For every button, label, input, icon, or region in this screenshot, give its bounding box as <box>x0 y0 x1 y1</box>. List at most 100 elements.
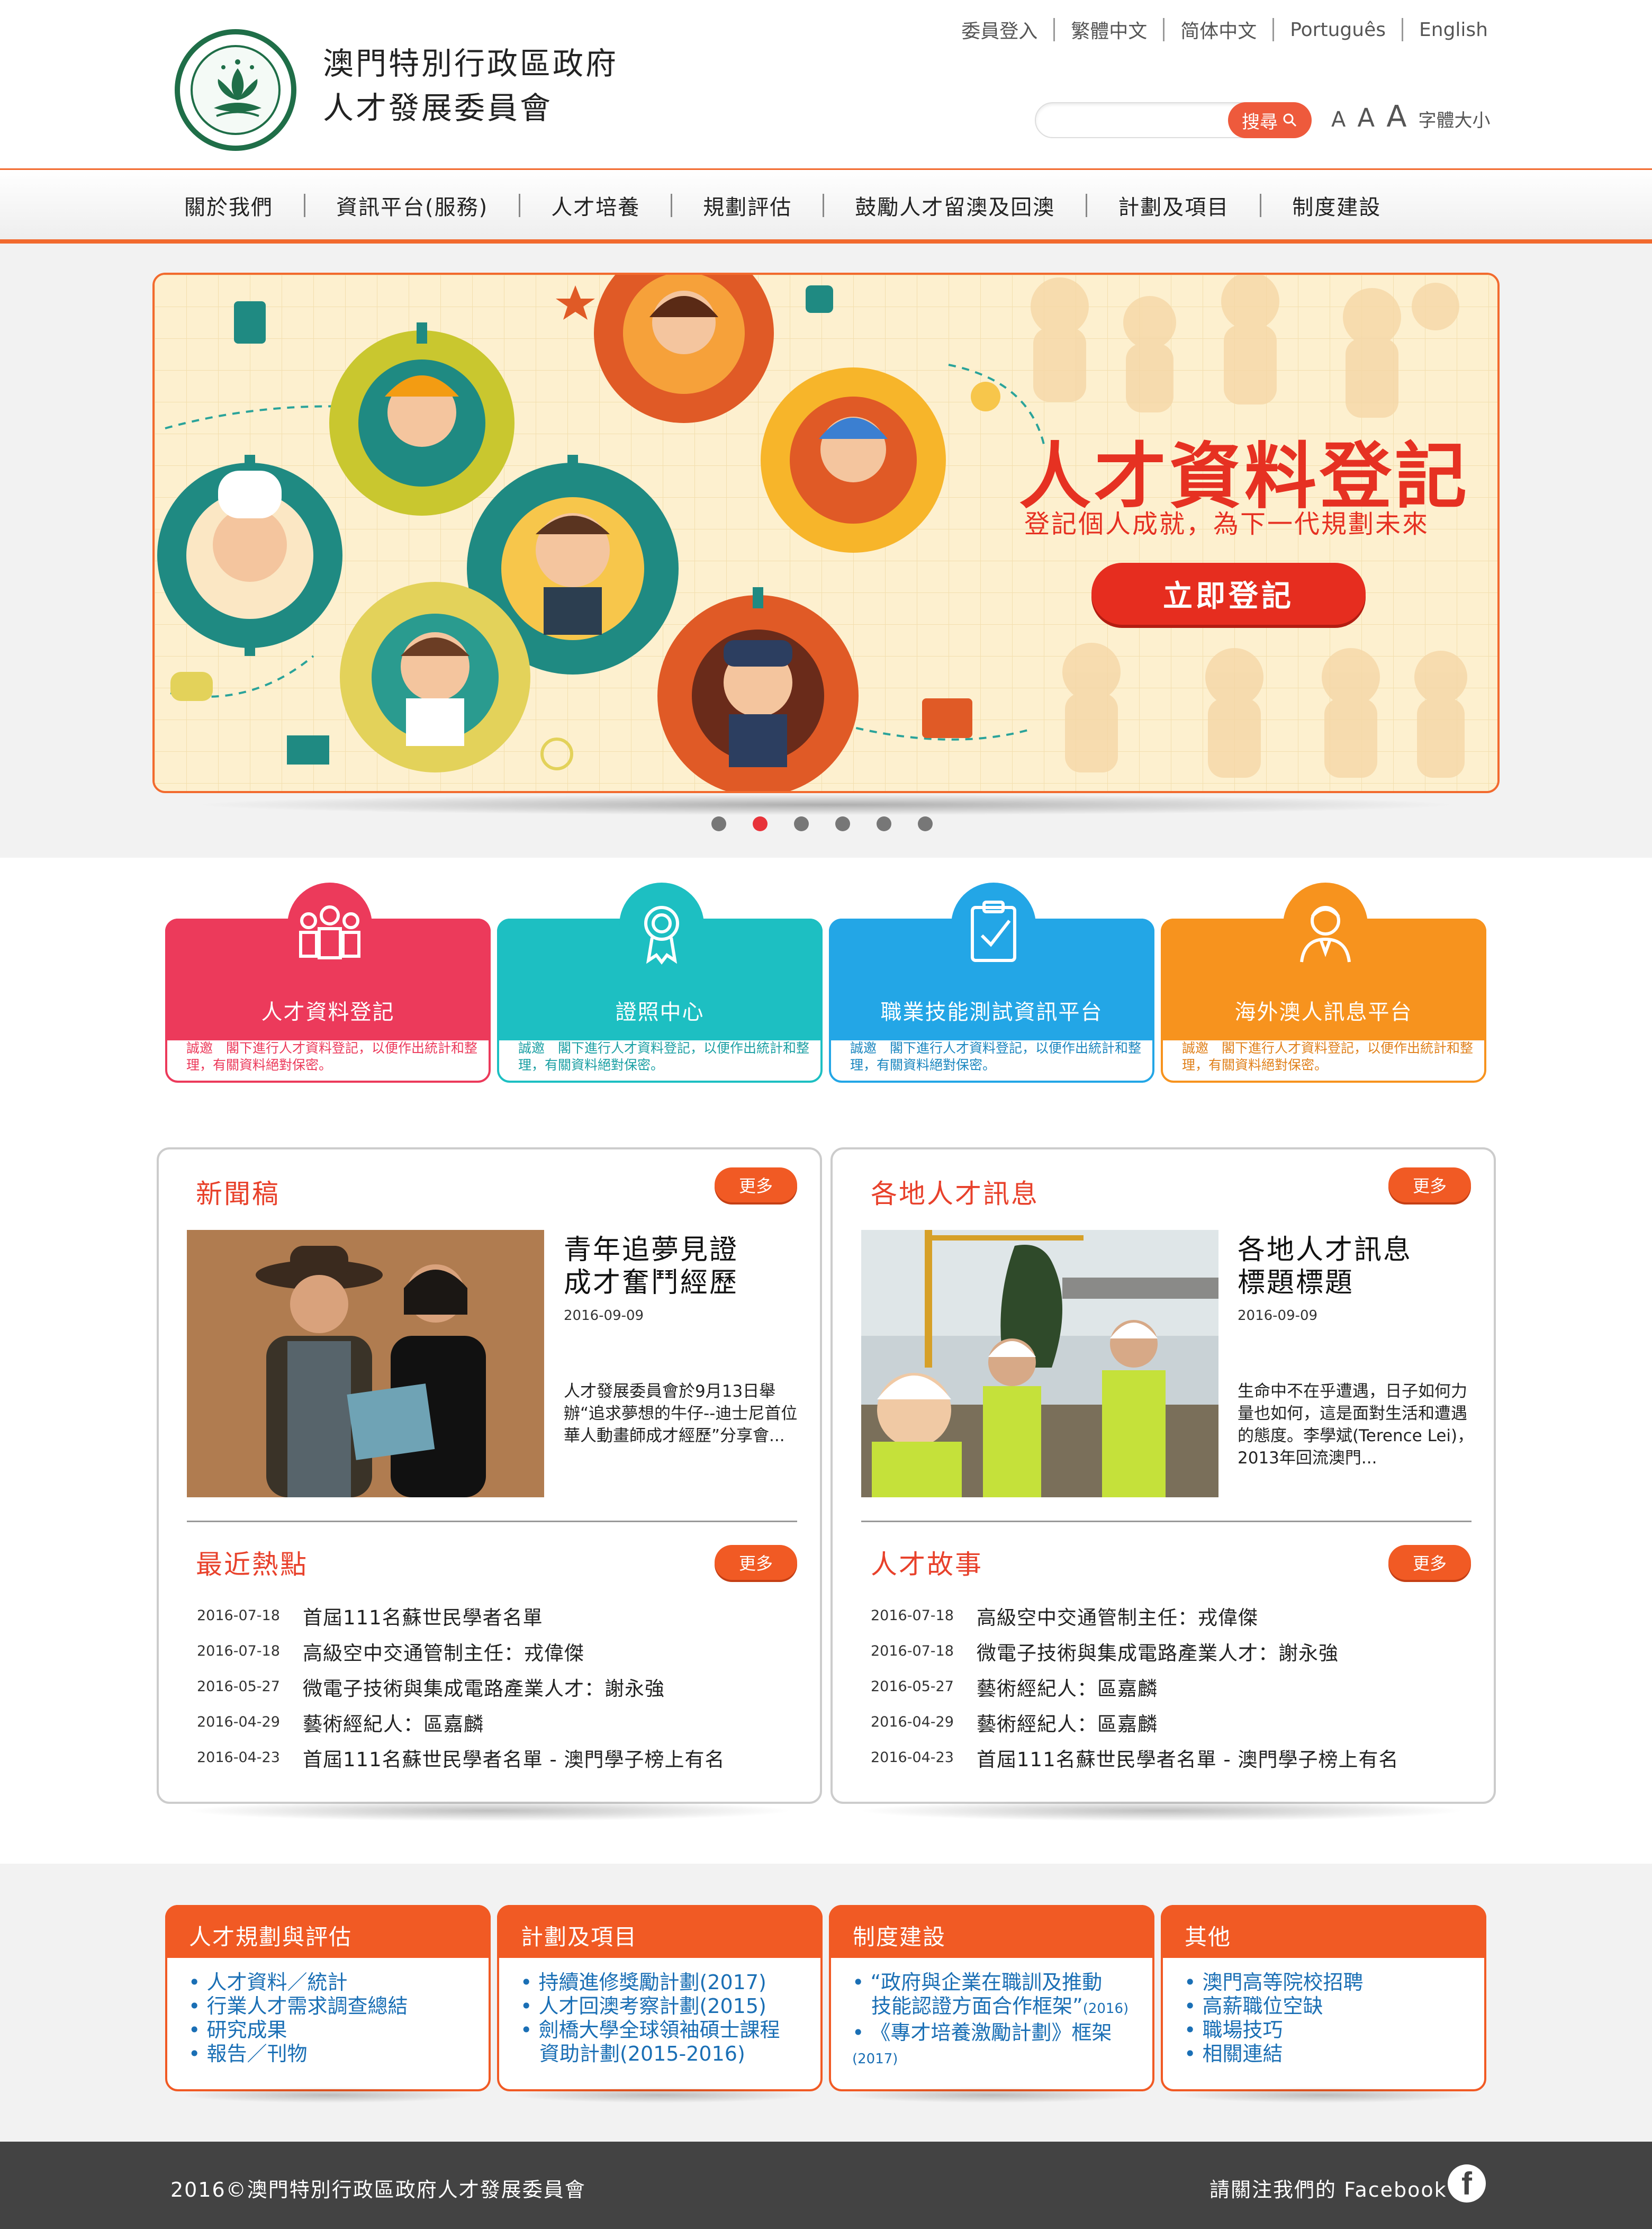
list-item-text: 微電子技術與集成電路產業人才：謝永強 <box>977 1641 1339 1665</box>
nav-item-system[interactable]: 制度建設 <box>1261 190 1412 221</box>
lang-english-link[interactable]: English <box>1403 19 1488 41</box>
link-incentive-line: 《專才培養激勵計劃》框架 <box>870 2021 1112 2044</box>
link-incentive-year: (2017) <box>852 2051 898 2067</box>
list-item-date: 2016-07-18 <box>871 1643 954 1659</box>
list-item[interactable]: 2016-07-18 高級空中交通管制主任：戎偉傑 <box>871 1598 1469 1633</box>
link-continuing-education[interactable]: 持續進修獎勵計劃(2017) <box>520 1971 780 1994</box>
list-item-text: 首屆111名蘇世民學者名單 <box>303 1606 543 1629</box>
feature-card-desc: 誠邀 閣下進行人才資料登記，以便作出統計和整理，有關資料絕對保密。 <box>1182 1040 1474 1073</box>
link-box-projects: 計劃及項目 持續進修獎勵計劃(2017) 人才回澳考察計劃(2015) 劍橋大學… <box>497 1905 823 2091</box>
news-article-body: 人才發展委員會於9月13日舉辦“追求夢想的牛仔--迪士尼首位華人動畫師成才經歷”… <box>564 1382 798 1445</box>
link-reports[interactable]: 報告／刊物 <box>188 2042 408 2066</box>
list-item-date: 2016-05-27 <box>197 1678 280 1695</box>
search-button[interactable]: 搜尋 <box>1228 102 1312 138</box>
nav-item-planning[interactable]: 規劃評估 <box>672 190 823 221</box>
link-cooperation-framework[interactable]: “政府與企業在職訓及推動技能認證方面合作框架”(2016) <box>852 1971 1152 2021</box>
list-item[interactable]: 2016-05-27 微電子技術與集成電路產業人才：謝永強 <box>197 1669 795 1704</box>
carousel-dot-6[interactable] <box>918 816 933 831</box>
facebook-icon[interactable]: f <box>1448 2164 1486 2203</box>
list-item-date: 2016-04-29 <box>197 1714 280 1730</box>
list-item[interactable]: 2016-07-18 高級空中交通管制主任：戎偉傑 <box>197 1633 795 1669</box>
list-item[interactable]: 2016-07-18 首屆111名蘇世民學者名單 <box>197 1598 795 1633</box>
talent-info-more-button[interactable]: 更多 <box>1388 1167 1471 1202</box>
banner-shadow <box>191 794 1461 815</box>
news-photo[interactable] <box>187 1230 544 1497</box>
member-login-link[interactable]: 委員登入 <box>945 16 1053 43</box>
list-item-date: 2016-07-18 <box>871 1607 954 1624</box>
list-item-date: 2016-05-27 <box>871 1678 954 1695</box>
link-box-title[interactable]: 制度建設 <box>829 1905 1154 1958</box>
link-cooperation-line2: 技能認證方面合作框架” <box>871 1994 1083 2018</box>
nav-item-talent-cultivation[interactable]: 人才培養 <box>520 190 671 221</box>
feature-card-skill-test[interactable]: 職業技能測試資訊平台 誠邀 閣下進行人才資料登記，以便作出統計和整理，有關資料絕… <box>829 883 1154 1083</box>
talent-stories-title[interactable]: 人才故事 <box>871 1543 983 1581</box>
link-talent-data[interactable]: 人才資料／統計 <box>188 1971 408 1994</box>
lotus-emblem-icon <box>191 45 281 135</box>
carousel-dot-3[interactable] <box>794 816 809 831</box>
talent-info-section-title[interactable]: 各地人才訊息 <box>871 1173 1039 1211</box>
lang-traditional-chinese-link[interactable]: 繁體中文 <box>1055 16 1163 43</box>
feature-card-overseas-macau[interactable]: 海外澳人訊息平台 誠邀 閣下進行人才資料登記，以便作出統計和整理，有關資料絕對保… <box>1161 883 1486 1083</box>
carousel-dot-5[interactable] <box>877 816 891 831</box>
macau-emblem-logo[interactable] <box>175 29 296 151</box>
list-item[interactable]: 2016-04-29 藝術經紀人：區嘉麟 <box>871 1704 1469 1740</box>
link-box-title[interactable]: 計劃及項目 <box>497 1905 823 1958</box>
carousel-dot-2[interactable] <box>753 816 768 831</box>
nav-item-about[interactable]: 關於我們 <box>154 190 304 221</box>
talent-stories-more-button[interactable]: 更多 <box>1388 1545 1471 1580</box>
feature-card-label: 海外澳人訊息平台 <box>1234 1000 1413 1024</box>
copyright-text: 2016©澳門特別行政區政府人才發展委員會 <box>170 2178 586 2201</box>
nav-item-talent-retention[interactable]: 鼓勵人才留澳及回澳 <box>824 190 1086 221</box>
talent-info-article-title[interactable]: 各地人才訊息 標題標題 <box>1238 1234 1412 1299</box>
register-now-button[interactable]: 立即登記 <box>1091 563 1366 625</box>
list-item[interactable]: 2016-04-23 首屆111名蘇世民學者名單 - 澳門學子榜上有名 <box>197 1740 795 1775</box>
facebook-follow-text[interactable]: 請關注我們的 Facebook <box>1209 2173 1447 2203</box>
list-item-date: 2016-04-23 <box>871 1749 954 1766</box>
shadow <box>1176 2087 1472 2103</box>
link-box-title[interactable]: 人才規劃與評估 <box>165 1905 491 1958</box>
talent-info-panel-shadow <box>857 1800 1466 1821</box>
lang-simplified-chinese-link[interactable]: 简体中文 <box>1164 16 1272 43</box>
link-incentive-framework[interactable]: 《專才培養激勵計劃》框架 (2017) <box>852 2021 1152 2071</box>
lang-portuguese-link[interactable]: Português <box>1274 19 1402 41</box>
carousel-dot-1[interactable] <box>711 816 726 831</box>
list-item-date: 2016-07-18 <box>197 1643 280 1659</box>
font-size-medium-button[interactable]: A <box>1357 103 1375 133</box>
list-item[interactable]: 2016-04-23 首屆111名蘇世民學者名單 - 澳門學子榜上有名 <box>871 1740 1469 1775</box>
news-section-title[interactable]: 新聞稿 <box>196 1173 280 1211</box>
link-related-links[interactable]: 相關連結 <box>1184 2042 1364 2066</box>
link-workplace-skills[interactable]: 職場技巧 <box>1184 2018 1364 2042</box>
link-research[interactable]: 研究成果 <box>188 2018 408 2042</box>
font-size-large-button[interactable]: A <box>1386 100 1406 134</box>
link-box-title[interactable]: 其他 <box>1161 1905 1486 1958</box>
list-item[interactable]: 2016-04-29 藝術經紀人：區嘉麟 <box>197 1704 795 1740</box>
list-item[interactable]: 2016-07-18 微電子技術與集成電路產業人才：謝永強 <box>871 1633 1469 1669</box>
link-cambridge[interactable]: 劍橋大學全球領袖碩士課程資助計劃(2015-2016) <box>520 2018 780 2066</box>
link-university-recruit[interactable]: 澳門高等院校招聘 <box>1184 1971 1364 1994</box>
link-high-salary[interactable]: 高薪職位空缺 <box>1184 1994 1364 2018</box>
feature-card-desc: 誠邀 閣下進行人才資料登記，以便作出統計和整理，有關資料絕對保密。 <box>186 1040 478 1073</box>
link-box-talent-planning: 人才規劃與評估 人才資料／統計 行業人才需求調查總結 研究成果 報告／刊物 <box>165 1905 491 2091</box>
nav-item-projects[interactable]: 計劃及項目 <box>1087 190 1260 221</box>
link-industry-survey[interactable]: 行業人才需求調查總結 <box>188 1994 408 2018</box>
feature-card-talent-registration[interactable]: 人才資料登記 誠邀 閣下進行人才資料登記，以便作出統計和整理，有關資料絕對保密。 <box>165 883 491 1083</box>
font-size-small-button[interactable]: A <box>1331 107 1346 132</box>
hot-topics-more-button[interactable]: 更多 <box>715 1545 797 1580</box>
news-panel-shadow <box>185 1800 794 1821</box>
carousel-dot-4[interactable] <box>835 816 850 831</box>
talent-stories-list: 2016-07-18 高級空中交通管制主任：戎偉傑 2016-07-18 微電子技術… <box>871 1598 1469 1775</box>
list-item[interactable]: 2016-05-27 藝術經紀人：區嘉麟 <box>871 1669 1469 1704</box>
nav-item-info-platform[interactable]: 資訊平台(服務) <box>305 190 519 221</box>
talent-info-photo[interactable] <box>861 1230 1218 1497</box>
clipboard-check-icon <box>971 901 1016 962</box>
feature-card-certificate-center[interactable]: 證照中心 誠邀 閣下進行人才資料登記，以便作出統計和整理，有關資料絕對保密。 <box>497 883 823 1083</box>
site-footer: 2016©澳門特別行政區政府人才發展委員會 請關注我們的 Facebook f <box>0 2142 1652 2229</box>
hot-topics-title[interactable]: 最近熱點 <box>196 1543 308 1581</box>
news-more-button[interactable]: 更多 <box>715 1167 797 1202</box>
link-return-visit[interactable]: 人才回澳考察計劃(2015) <box>520 1994 780 2018</box>
news-article-title[interactable]: 青年追夢見證 成才奮鬥經歷 <box>564 1234 738 1299</box>
link-box-others: 其他 澳門高等院校招聘 高薪職位空缺 職場技巧 相關連結 <box>1161 1905 1486 2091</box>
list-item-date: 2016-04-23 <box>197 1749 280 1766</box>
person-icon <box>1300 906 1351 963</box>
site-title[interactable]: 澳門特別行政區政府 人才發展委員會 <box>323 41 618 130</box>
